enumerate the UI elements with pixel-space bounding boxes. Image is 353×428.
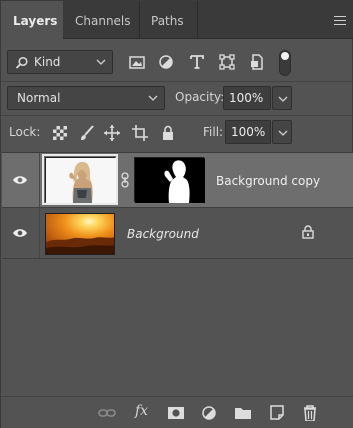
layer-row-background[interactable]: Background — [2, 207, 353, 259]
layers-list: Background copy Background — [2, 152, 353, 398]
eye-icon[interactable] — [12, 174, 28, 186]
delete-layer-icon[interactable] — [301, 405, 319, 421]
link-layers-icon[interactable] — [98, 405, 116, 421]
layer-name[interactable]: Background copy — [216, 174, 320, 188]
divider — [1, 115, 353, 116]
lock-label: Lock: — [9, 125, 41, 139]
lock-transparent-pixels-icon[interactable] — [51, 124, 69, 142]
chevron-down-icon — [278, 96, 288, 102]
bottom-toolbar: fx — [1, 396, 353, 428]
chevron-down-icon — [278, 130, 288, 136]
tab-channels[interactable]: Channels — [63, 1, 139, 39]
divider — [1, 81, 353, 82]
blend-mode-value: Normal — [17, 91, 61, 105]
fx-icon[interactable]: fx — [135, 403, 148, 419]
tab-divider — [197, 1, 198, 39]
smart-object-filter-icon[interactable] — [248, 53, 266, 71]
sunset-thumbnail-image — [46, 214, 114, 254]
mask-silhouette-image — [135, 158, 205, 203]
chevron-down-icon — [96, 59, 106, 65]
opacity-input[interactable]: 100% — [223, 86, 271, 110]
adjustment-filter-icon[interactable] — [157, 53, 175, 71]
fill-input[interactable]: 100% — [225, 120, 271, 144]
filter-kind-label: Kind — [34, 55, 61, 69]
new-layer-icon[interactable] — [268, 405, 286, 421]
type-filter-icon[interactable] — [188, 53, 206, 71]
lock-artboard-icon[interactable] — [131, 124, 149, 142]
panel-menu-icon[interactable] — [334, 16, 346, 25]
image-filter-icon[interactable] — [128, 53, 146, 71]
eye-icon[interactable] — [12, 227, 28, 239]
filter-kind-select[interactable]: Kind — [7, 50, 113, 74]
lock-image-pixels-icon[interactable] — [78, 124, 96, 142]
tab-paths[interactable]: Paths — [139, 1, 197, 39]
opacity-dropdown-button[interactable] — [272, 86, 292, 110]
lock-position-icon[interactable] — [103, 124, 121, 142]
layers-panel: Layers Channels Paths Kind Normal Opacit… — [0, 0, 353, 428]
layer-mask-thumbnail[interactable] — [134, 157, 205, 203]
adjustment-layer-icon[interactable] — [201, 405, 219, 421]
mask-link-icon[interactable] — [120, 172, 130, 188]
shape-filter-icon[interactable] — [218, 53, 236, 71]
fill-label: Fill: — [203, 125, 224, 139]
layer-lock-icon[interactable] — [302, 225, 314, 239]
blend-row: Normal Opacity: 100% — [1, 85, 353, 113]
fill-dropdown-button[interactable] — [272, 120, 292, 144]
lock-all-icon[interactable] — [159, 124, 177, 142]
chevron-down-icon — [148, 95, 158, 101]
toggle-knob — [281, 52, 289, 60]
layer-thumbnail[interactable] — [45, 157, 116, 203]
search-icon — [15, 56, 28, 69]
tab-layers[interactable]: Layers — [1, 1, 63, 40]
layer-name[interactable]: Background — [127, 227, 199, 241]
photo-thumbnail-image — [46, 158, 116, 203]
add-mask-icon[interactable] — [167, 405, 185, 421]
opacity-label: Opacity: — [175, 90, 225, 104]
new-group-icon[interactable] — [234, 405, 252, 421]
lock-row: Lock: Fill: 100% — [1, 119, 353, 147]
layer-thumbnail[interactable] — [45, 213, 115, 255]
filter-row: Kind — [1, 45, 353, 79]
filter-toggle[interactable] — [279, 50, 291, 76]
blend-mode-select[interactable]: Normal — [7, 86, 165, 110]
layer-row-background-copy[interactable]: Background copy — [2, 153, 353, 207]
tab-bar: Layers Channels Paths — [1, 1, 353, 40]
